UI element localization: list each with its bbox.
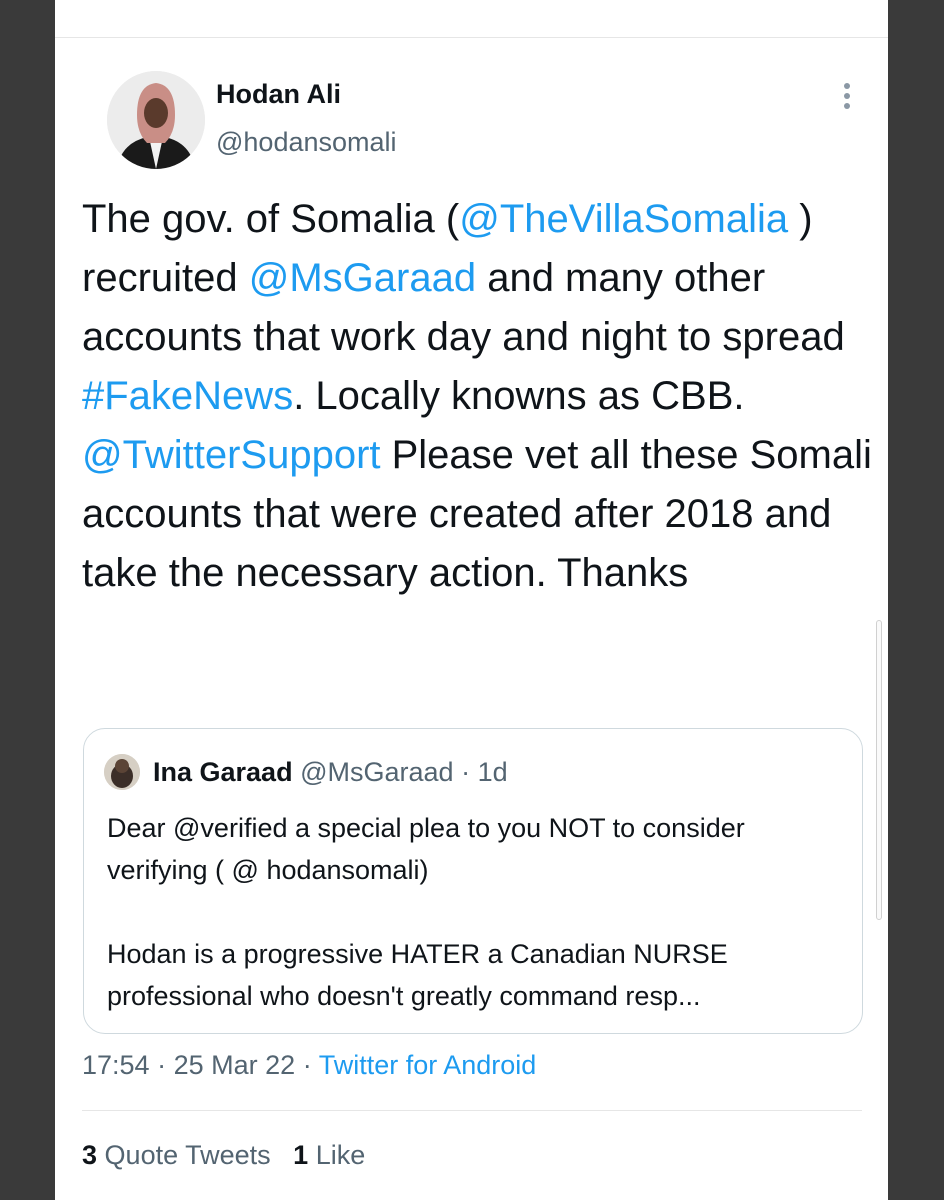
tweet-text-segment: . Locally knowns as CBB.: [293, 374, 745, 418]
author-handle[interactable]: @hodansomali: [216, 127, 397, 158]
tweet-source[interactable]: Twitter for Android: [319, 1050, 537, 1080]
meta-separator-1: ·: [157, 1050, 167, 1080]
hashtag-link[interactable]: #FakeNews: [82, 374, 293, 418]
meta-separator-2: ·: [302, 1050, 312, 1080]
quoted-separator: ·: [461, 757, 471, 787]
author-avatar-image: [107, 71, 205, 169]
quoted-author-avatar[interactable]: [104, 754, 140, 790]
quoted-tweet-text: Dear @verified a special plea to you NOT…: [107, 807, 847, 1017]
scrollbar[interactable]: [876, 620, 882, 920]
quoted-author-handle[interactable]: @MsGaraad: [300, 757, 453, 787]
mention-link[interactable]: @TheVillaSomalia: [459, 197, 788, 241]
like-label: Like: [315, 1140, 366, 1170]
quoted-paragraph-gap: [107, 891, 847, 933]
tweet-time[interactable]: 17:54: [82, 1050, 150, 1080]
likes-stat[interactable]: 1 Like: [293, 1140, 365, 1170]
quote-label: Quote Tweets: [104, 1140, 271, 1170]
author-avatar[interactable]: [107, 71, 205, 169]
quoted-author-name[interactable]: Ina Garaad: [153, 757, 293, 787]
quoted-paragraph-2: Hodan is a progressive HATER a Canadian …: [107, 939, 728, 1011]
tweet-meta: 17:54 · 25 Mar 22 · Twitter for Android: [82, 1050, 536, 1081]
quoted-tweet-header: Ina Garaad @MsGaraad · 1d: [153, 757, 508, 788]
tweet-text: The gov. of Somalia (@TheVillaSomalia ) …: [82, 190, 872, 603]
tweet-text-segment: The gov. of Somalia (: [82, 197, 460, 241]
author-display-name[interactable]: Hodan Ali: [216, 79, 341, 110]
quoted-tweet-time[interactable]: 1d: [478, 757, 508, 787]
stats-divider: [82, 1110, 862, 1111]
tweet-stats: 3 Quote Tweets 1 Like: [82, 1140, 365, 1171]
quote-tweets-stat[interactable]: 3 Quote Tweets: [82, 1140, 271, 1170]
quote-count: 3: [82, 1140, 98, 1170]
mention-link[interactable]: @TwitterSupport: [82, 433, 381, 477]
mention-link[interactable]: @MsGaraad: [249, 256, 476, 300]
quoted-author-avatar-image: [104, 754, 140, 790]
quoted-paragraph-1: Dear @verified a special plea to you NOT…: [107, 813, 745, 885]
like-count: 1: [293, 1140, 309, 1170]
quoted-tweet[interactable]: Ina Garaad @MsGaraad · 1d Dear @verified…: [83, 728, 863, 1034]
vertical-ellipsis-icon[interactable]: [833, 78, 861, 114]
top-divider: [55, 37, 888, 38]
tweet-date[interactable]: 25 Mar 22: [174, 1050, 296, 1080]
tweet-card: Hodan Ali @hodansomali The gov. of Somal…: [55, 0, 888, 1200]
